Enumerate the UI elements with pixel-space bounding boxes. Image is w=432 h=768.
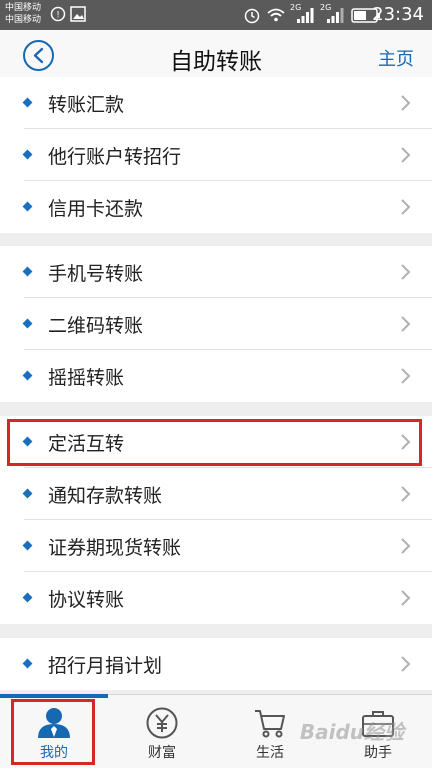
- menu-item-label: 摇摇转账: [48, 367, 125, 389]
- image-icon: [70, 6, 86, 26]
- chevron-right-icon: [401, 264, 411, 280]
- menu-item-label: 转账汇款: [48, 94, 125, 116]
- menu-item-label: 招行月捐计划: [48, 655, 163, 677]
- chevron-right-icon: [401, 316, 411, 332]
- tab-wealth[interactable]: 财富: [108, 695, 216, 768]
- tab-label: 助手: [364, 745, 392, 761]
- chevron-right-icon: [401, 199, 411, 215]
- status-bar: 中国移动 中国移动 ! 2G 2G 23:34: [0, 0, 432, 30]
- menu-item-label: 协议转账: [48, 589, 125, 611]
- watermark: Baidu经验: [299, 720, 404, 744]
- bullet-icon: [22, 201, 33, 212]
- app-header: 自助转账 主页: [0, 30, 432, 82]
- menu-item-notice-deposit-transfer[interactable]: 通知存款转账: [0, 468, 432, 520]
- chevron-right-icon: [401, 486, 411, 502]
- menu-item-other-bank-to-cmb[interactable]: 他行账户转招行: [0, 129, 432, 181]
- bullet-icon: [22, 149, 33, 160]
- bullet-icon: [22, 658, 33, 669]
- menu-item-label: 证券期现货转账: [48, 537, 182, 559]
- chevron-right-icon: [401, 538, 411, 554]
- bullet-icon: [22, 318, 33, 329]
- chevron-right-icon: [401, 590, 411, 606]
- chevron-right-icon: [401, 656, 411, 672]
- signal-icon: [326, 6, 344, 28]
- menu-item-agreement-transfer[interactable]: 协议转账: [0, 572, 432, 624]
- menu-item-securities-futures-transfer[interactable]: 证券期现货转账: [0, 520, 432, 572]
- tab-highlight-box: [11, 699, 95, 765]
- carrier-2: 中国移动: [5, 15, 42, 25]
- menu-item-credit-card-repay[interactable]: 信用卡还款: [0, 181, 432, 233]
- notification-icon: !: [50, 6, 66, 26]
- bullet-icon: [22, 540, 33, 551]
- wifi-icon: [266, 6, 286, 28]
- bullet-icon: [22, 488, 33, 499]
- tab-label: 生活: [256, 745, 284, 761]
- yen-coin-icon: [146, 707, 178, 739]
- alarm-icon: [243, 6, 261, 28]
- menu-item-label: 通知存款转账: [48, 485, 163, 507]
- chevron-right-icon: [401, 147, 411, 163]
- shopping-cart-icon: [255, 710, 285, 738]
- chevron-right-icon: [401, 368, 411, 384]
- menu-item-label: 手机号转账: [48, 263, 144, 285]
- menu-item-label: 信用卡还款: [48, 198, 144, 220]
- menu-item-label: 他行账户转招行: [48, 146, 182, 168]
- menu-item-label: 二维码转账: [48, 315, 144, 337]
- carrier-1: 中国移动: [5, 3, 42, 13]
- highlight-box: [7, 419, 422, 466]
- bullet-icon: [22, 97, 33, 108]
- menu-item-monthly-donation-plan[interactable]: 招行月捐计划: [0, 638, 432, 690]
- menu-item-shake-transfer[interactable]: 摇摇转账: [0, 350, 432, 402]
- svg-text:!: !: [56, 11, 60, 21]
- page-title: 自助转账: [170, 49, 262, 75]
- signal-icon: [296, 6, 314, 28]
- tab-label: 财富: [148, 745, 176, 761]
- carrier-info: 中国移动 中国移动: [5, 2, 41, 26]
- bullet-icon: [22, 266, 33, 277]
- menu-item-phone-transfer[interactable]: 手机号转账: [0, 246, 432, 298]
- chevron-right-icon: [401, 95, 411, 111]
- home-link[interactable]: 主页: [378, 45, 414, 71]
- menu-item-qrcode-transfer[interactable]: 二维码转账: [0, 298, 432, 350]
- status-time: 23:34: [372, 4, 424, 25]
- bullet-icon: [22, 592, 33, 603]
- menu-item-transfer-remittance[interactable]: 转账汇款: [0, 77, 432, 129]
- bullet-icon: [22, 370, 33, 381]
